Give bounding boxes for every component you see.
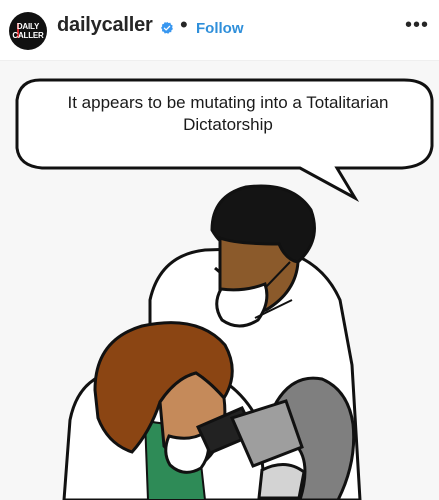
speech-text-line1: It appears to be mutating into a Totalit… xyxy=(67,93,389,112)
speech-text: It appears to be mutating into a Totalit… xyxy=(28,92,428,136)
username-link[interactable]: dailycaller xyxy=(57,14,153,37)
more-options-button[interactable]: ••• xyxy=(405,14,429,37)
avatar-text-line2: CALLER xyxy=(12,31,44,40)
man-mask xyxy=(215,282,269,328)
speech-text-line2: Dictatorship xyxy=(183,115,273,134)
avatar[interactable]: DAILY CALLER xyxy=(9,12,47,50)
avatar-text-line1: DAILY xyxy=(16,22,40,31)
verified-badge-icon xyxy=(161,21,173,34)
post-header: DAILY CALLER dailycaller • Follow ••• xyxy=(0,0,439,61)
separator-dot: • xyxy=(180,12,188,37)
microscope-focus xyxy=(257,463,306,500)
post-image: It appears to be mutating into a Totalit… xyxy=(0,61,439,500)
follow-button[interactable]: Follow xyxy=(196,20,244,37)
